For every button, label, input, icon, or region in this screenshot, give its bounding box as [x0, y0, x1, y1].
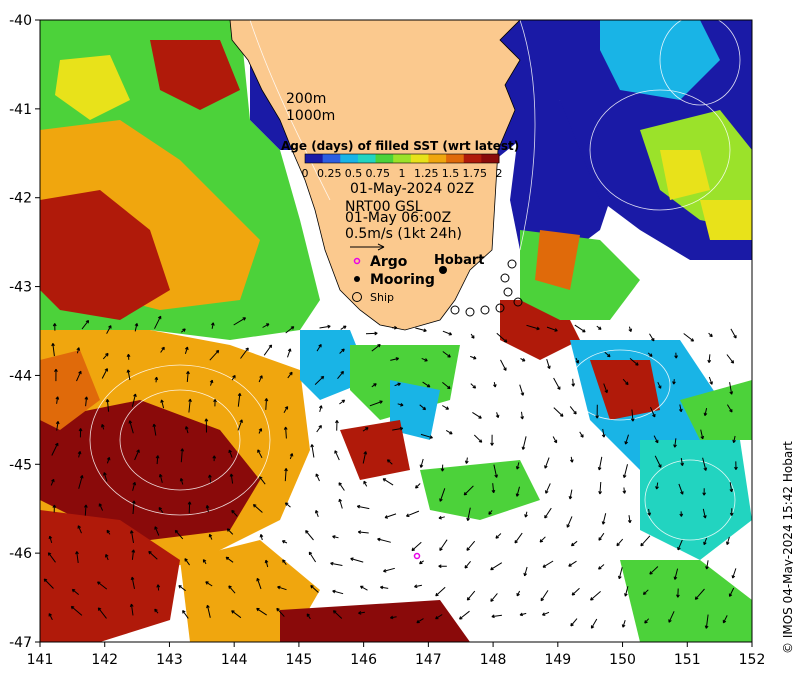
colorbar-swatch: [322, 154, 341, 163]
x-tick-label: 142: [91, 652, 118, 668]
colorbar-tick-label: 0: [302, 167, 309, 180]
y-tick-label: -43: [9, 280, 32, 296]
colorbar-swatch: [340, 154, 359, 163]
colorbar-tick-label: 0.25: [317, 167, 342, 180]
x-axis: 141 142 143 144 145 146 147 148 149 150 151 152: [27, 642, 766, 668]
colorbar-tick-label: 1.75: [463, 167, 488, 180]
vector-scale-label: 0.5m/s (1kt 24h): [345, 226, 462, 242]
x-tick-label: 145: [286, 652, 313, 668]
x-tick-label: 151: [674, 652, 701, 668]
ship-legend-label: Ship: [370, 291, 394, 304]
y-tick-label: -42: [9, 191, 32, 207]
colorbar-title: Age (days) of filled SST (wrt latest): [281, 139, 519, 153]
y-tick-label: -46: [9, 546, 32, 562]
mooring-legend-label: Mooring: [370, 272, 435, 288]
current-time-label: 01-May 06:00Z: [345, 210, 451, 226]
colorbar-swatches: [304, 153, 500, 164]
colorbar-swatch: [481, 154, 500, 163]
colorbar-swatch: [393, 154, 412, 163]
colorbar-swatch: [446, 154, 465, 163]
map-plot-area: Hobart 200m 1000m Age (days) of filled S…: [40, 20, 752, 642]
x-tick-label: 143: [156, 652, 183, 668]
y-tick-label: -45: [9, 457, 32, 473]
x-tick-label: 148: [480, 652, 507, 668]
hobart-label: Hobart: [434, 253, 485, 268]
y-tick-label: -47: [9, 635, 32, 651]
colorbar-tick-label: 1.5: [442, 167, 460, 180]
colorbar-tick-label: 2: [496, 167, 503, 180]
y-tick-label: -41: [9, 102, 32, 118]
colorbar-swatch: [305, 154, 324, 163]
contour-label-1000m: 1000m: [286, 108, 335, 124]
sst-date-label: 01-May-2024 02Z: [350, 181, 474, 197]
x-tick-label: 146: [350, 652, 377, 668]
colorbar-swatch: [410, 154, 429, 163]
contour-label-200m: 200m: [286, 91, 326, 107]
y-axis: -40 -41 -42 -43 -44 -45 -46 -47: [9, 13, 40, 651]
y-tick-label: -40: [9, 13, 32, 29]
colorbar-swatch: [375, 154, 394, 163]
colorbar-swatch: [463, 154, 482, 163]
x-tick-label: 152: [739, 652, 766, 668]
colorbar: Age (days) of filled SST (wrt latest) 00…: [281, 139, 519, 180]
argo-legend-label: Argo: [370, 254, 408, 270]
colorbar-tick-label: 0.5: [345, 167, 363, 180]
x-tick-label: 149: [544, 652, 571, 668]
x-tick-label: 141: [27, 652, 54, 668]
colorbar-tick-labels: 0 0.25 0.5 0.75 1 1.25 1.5 1.75 2: [302, 167, 503, 180]
imos-credit: © IMOS 04-May-2024 15:42 Hobart: [781, 441, 793, 654]
colorbar-tick-label: 1: [399, 167, 406, 180]
colorbar-tick-label: 1.25: [414, 167, 439, 180]
mooring-legend-icon: [354, 276, 360, 282]
x-tick-label: 144: [221, 652, 248, 668]
colorbar-tick-label: 0.75: [366, 167, 391, 180]
x-tick-label: 150: [609, 652, 636, 668]
sst-age-map: Hobart 200m 1000m Age (days) of filled S…: [9, 13, 766, 668]
y-tick-label: -44: [9, 368, 32, 384]
colorbar-swatch: [357, 154, 377, 163]
colorbar-swatch: [428, 154, 447, 163]
x-tick-label: 147: [415, 652, 442, 668]
